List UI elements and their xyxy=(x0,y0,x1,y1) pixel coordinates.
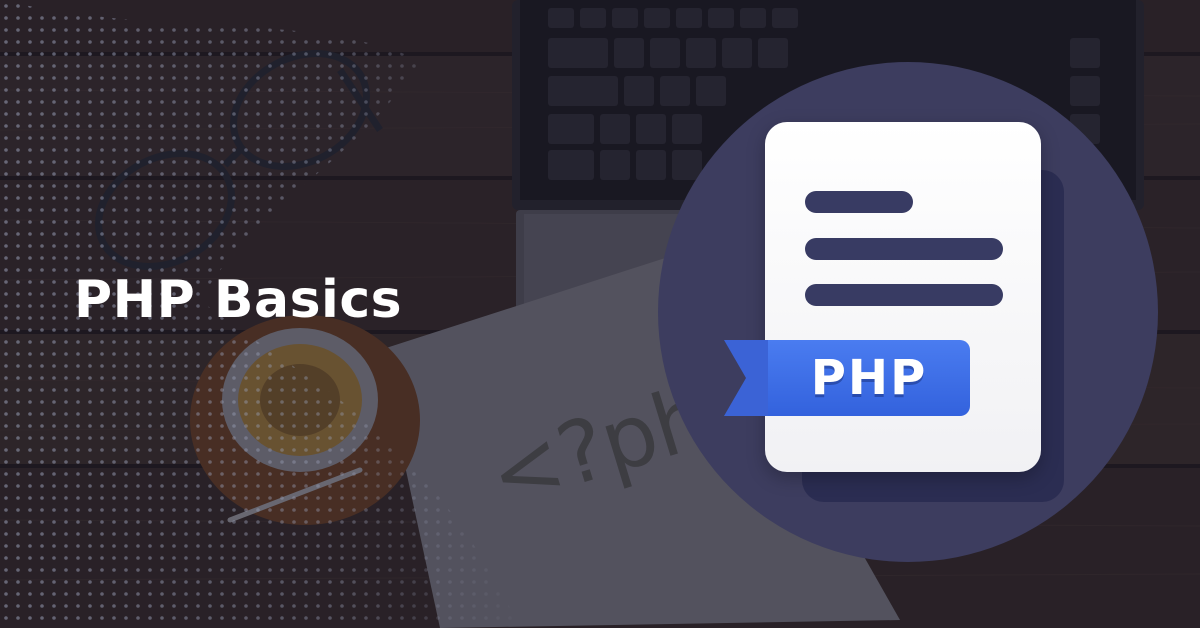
document-line xyxy=(805,284,1003,306)
php-basics-banner: <?php PHP Basics PHP xyxy=(0,0,1200,628)
document-line xyxy=(805,191,913,213)
ribbon-icon: PHP xyxy=(768,340,970,416)
page-title: PHP Basics xyxy=(74,270,403,330)
php-badge-label: PHP xyxy=(810,350,928,406)
document-line xyxy=(805,238,1003,260)
